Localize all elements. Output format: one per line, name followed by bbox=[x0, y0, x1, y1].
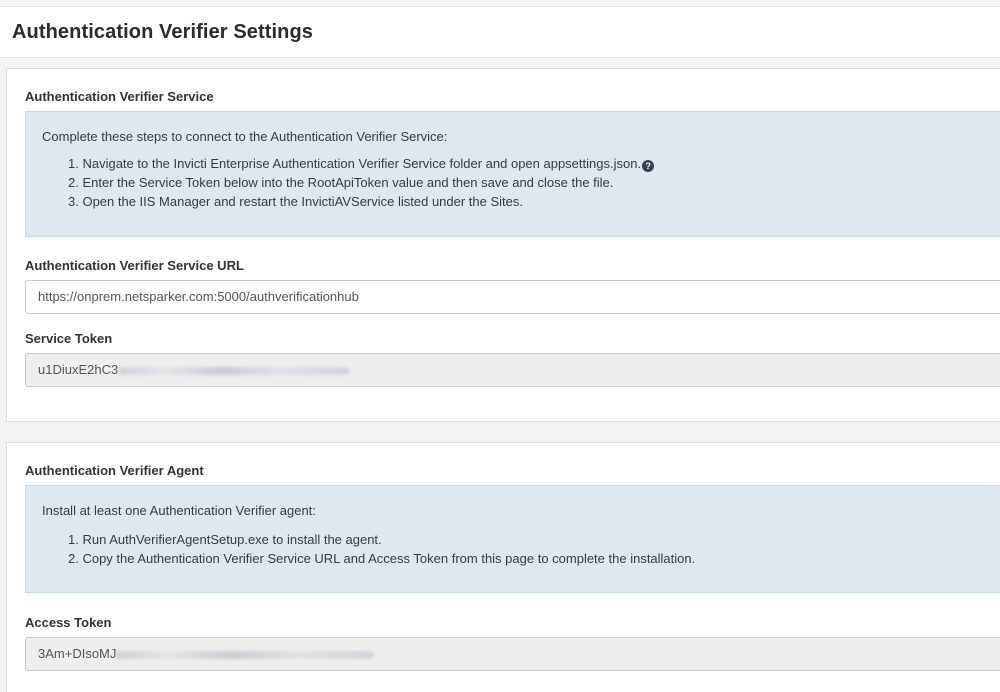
agent-instructions-intro: Install at least one Authentication Veri… bbox=[42, 503, 316, 518]
access-token-input[interactable]: 3Am+DIsoMJ bbox=[25, 637, 1000, 671]
service-step-text: 2. Enter the Service Token below into th… bbox=[68, 175, 614, 190]
service-instructions-box: Complete these steps to connect to the A… bbox=[25, 111, 1000, 237]
service-step: 1. Navigate to the Invicti Enterprise Au… bbox=[68, 154, 655, 173]
service-token-input[interactable]: u1DiuxE2hC3 bbox=[25, 353, 1000, 387]
service-token-label: Service Token bbox=[25, 331, 113, 346]
service-step-text: 1. Navigate to the Invicti Enterprise Au… bbox=[68, 156, 642, 171]
page-header: Authentication Verifier Settings bbox=[0, 6, 1000, 58]
agent-panel: Authentication Verifier Agent Install at… bbox=[6, 442, 1000, 692]
redacted-token-blur bbox=[118, 366, 351, 375]
service-section-title: Authentication Verifier Service bbox=[25, 89, 214, 104]
agent-steps-list: 1. Run AuthVerifierAgentSetup.exe to ins… bbox=[68, 530, 695, 568]
service-instructions-intro: Complete these steps to connect to the A… bbox=[42, 129, 448, 144]
access-token-label: Access Token bbox=[25, 615, 112, 630]
agent-step: 2. Copy the Authentication Verifier Serv… bbox=[68, 549, 695, 568]
agent-section-title: Authentication Verifier Agent bbox=[25, 463, 204, 478]
agent-step-text: 1. Run AuthVerifierAgentSetup.exe to ins… bbox=[68, 532, 382, 547]
question-circle-icon[interactable]: ? bbox=[642, 160, 655, 172]
service-url-label: Authentication Verifier Service URL bbox=[25, 258, 244, 273]
agent-step: 1. Run AuthVerifierAgentSetup.exe to ins… bbox=[68, 530, 695, 549]
access-token-value: 3Am+DIsoMJ bbox=[38, 646, 117, 661]
service-step-text: 3. Open the IIS Manager and restart the … bbox=[68, 194, 523, 209]
service-url-input[interactable]: https://onprem.netsparker.com:5000/authv… bbox=[25, 280, 1000, 314]
service-panel: Authentication Verifier Service Complete… bbox=[6, 68, 1000, 422]
page: Authentication Verifier Settings Authent… bbox=[0, 0, 1000, 692]
service-step: 2. Enter the Service Token below into th… bbox=[68, 173, 654, 192]
agent-step-text: 2. Copy the Authentication Verifier Serv… bbox=[68, 551, 696, 566]
service-step: 3. Open the IIS Manager and restart the … bbox=[68, 192, 654, 211]
service-steps-list: 1. Navigate to the Invicti Enterprise Au… bbox=[68, 154, 655, 211]
page-title: Authentication Verifier Settings bbox=[12, 21, 314, 43]
service-url-value: https://onprem.netsparker.com:5000/authv… bbox=[38, 289, 359, 304]
agent-instructions-box: Install at least one Authentication Veri… bbox=[25, 485, 1000, 593]
service-token-value: u1DiuxE2hC3 bbox=[38, 362, 119, 377]
redacted-token-blur bbox=[116, 650, 375, 659]
